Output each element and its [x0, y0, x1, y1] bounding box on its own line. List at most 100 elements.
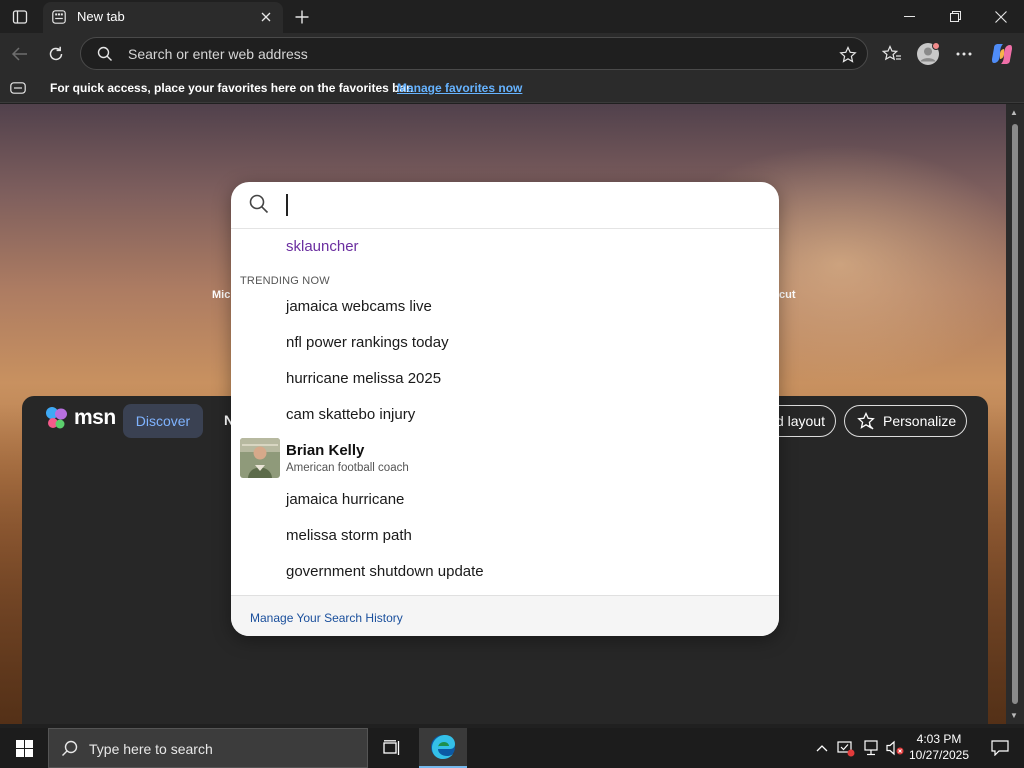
windows-logo-icon [15, 739, 33, 757]
scrollbar-thumb[interactable] [1012, 124, 1018, 704]
trending-suggestion[interactable]: jamaica hurricane [231, 482, 779, 518]
manage-favorites-link[interactable]: Manage favorites now [397, 81, 522, 95]
taskbar-search-box[interactable]: Type here to search [48, 728, 368, 768]
more-dots-icon [956, 52, 972, 56]
trending-suggestion[interactable]: melissa storm path [231, 518, 779, 554]
close-window-button[interactable] [978, 0, 1024, 33]
show-hidden-icons-button[interactable] [812, 738, 832, 758]
defender-icon [837, 741, 855, 757]
suggestion-text: government shutdown update [286, 563, 484, 580]
favorites-button[interactable] [876, 38, 908, 70]
star-add-icon [839, 46, 857, 63]
personalize-button[interactable]: Personalize [844, 405, 967, 437]
back-button[interactable] [4, 38, 36, 70]
tab-title: New tab [77, 9, 125, 24]
msn-butterfly-icon [46, 407, 67, 429]
quick-link-label: Mic [212, 289, 231, 301]
suggestion-text: nfl power rankings today [286, 334, 449, 351]
personalize-star-icon [857, 412, 875, 430]
suggestion-text: sklauncher [286, 238, 359, 255]
edge-icon [431, 735, 455, 759]
suggestion-history-item[interactable]: sklauncher [231, 229, 779, 265]
restore-button[interactable] [932, 0, 978, 33]
network-tray-button[interactable] [861, 738, 881, 758]
notification-icon [991, 740, 1009, 756]
add-favorite-button[interactable] [837, 44, 859, 66]
notifications-button[interactable] [980, 728, 1020, 768]
close-icon [261, 12, 271, 22]
text-caret [286, 194, 288, 216]
profile-button[interactable] [912, 38, 944, 70]
trending-suggestion[interactable]: hurricane melissa 2025 [231, 361, 779, 397]
search-icon [249, 194, 269, 214]
manage-search-history-link[interactable]: Manage Your Search History [250, 611, 403, 625]
plus-icon [295, 10, 309, 24]
volume-tray-button[interactable] [885, 738, 905, 758]
suggestion-text: melissa storm path [286, 527, 412, 544]
taskbar-search-placeholder: Type here to search [89, 741, 213, 757]
search-icon [97, 46, 112, 61]
favorites-bar-icon [10, 82, 26, 94]
tab-actions-icon [12, 10, 28, 24]
search-icon [62, 740, 78, 756]
favorites-bar-message: For quick access, place your favorites h… [50, 81, 414, 95]
new-tab-button[interactable] [288, 3, 316, 31]
suggestion-text: jamaica webcams live [286, 298, 432, 315]
clock-time: 4:03 PM [916, 732, 962, 746]
start-button[interactable] [0, 728, 48, 768]
volume-muted-icon [886, 740, 904, 756]
msn-logo[interactable]: msn [44, 406, 116, 430]
task-view-button[interactable] [372, 728, 412, 768]
trending-suggestion[interactable]: nfl power rankings today [231, 325, 779, 361]
entity-suggestion[interactable]: Brian Kelly American football coach [231, 435, 779, 483]
arrow-left-icon [11, 47, 27, 61]
minimize-icon [903, 16, 915, 17]
scroll-down-arrow-icon[interactable]: ▼ [1010, 711, 1018, 720]
trending-suggestion[interactable]: government shutdown update [231, 554, 779, 590]
entity-thumbnail [240, 438, 280, 478]
new-tab-favicon-icon [52, 10, 66, 24]
favorites-star-list-icon [882, 45, 901, 61]
quick-link-label: cut [779, 289, 796, 301]
scroll-up-arrow-icon[interactable]: ▲ [1010, 108, 1018, 117]
trending-suggestion[interactable]: cam skattebo injury [231, 397, 779, 433]
windows-taskbar: Type here to search 4:03 PM 10/27/2025 [0, 728, 1024, 768]
chevron-up-icon [816, 745, 828, 752]
tab-new-tab[interactable]: New tab [43, 2, 283, 33]
trending-suggestion[interactable]: jamaica webcams live [231, 289, 779, 325]
clock-date: 10/27/2025 [908, 748, 970, 762]
suggestion-text: jamaica hurricane [286, 491, 405, 508]
favorites-bar: For quick access, place your favorites h… [0, 74, 1024, 103]
security-tray-button[interactable] [836, 738, 856, 758]
msn-logo-text: msn [74, 406, 116, 429]
refresh-button[interactable] [40, 38, 72, 70]
taskbar-clock[interactable]: 4:03 PM 10/27/2025 [904, 731, 974, 763]
edge-taskbar-button[interactable] [419, 728, 467, 768]
search-suggestions-dropdown: sklauncher TRENDING NOW jamaica webcams … [231, 182, 779, 636]
browser-toolbar [0, 33, 1024, 74]
close-icon [995, 10, 1007, 23]
entity-description: American football coach [286, 462, 409, 474]
title-bar: New tab [0, 0, 1024, 33]
page-scrollbar[interactable]: ▲ ▼ [1006, 104, 1024, 724]
minimize-button[interactable] [886, 0, 932, 33]
personalize-label: Personalize [883, 413, 957, 429]
close-tab-button[interactable] [255, 6, 277, 28]
address-input[interactable] [128, 38, 808, 69]
search-box[interactable] [231, 182, 779, 229]
settings-more-button[interactable] [948, 38, 980, 70]
avatar [917, 42, 940, 65]
tab-actions-button[interactable] [6, 4, 34, 30]
suggestion-text: cam skattebo injury [286, 406, 416, 423]
tab-discover[interactable]: Discover [123, 404, 203, 438]
address-bar[interactable] [80, 37, 868, 70]
search-dropdown-footer: Manage Your Search History [231, 595, 779, 636]
copilot-button[interactable] [986, 38, 1018, 70]
task-view-icon [383, 740, 400, 755]
page-layout-label: d layout [775, 413, 825, 429]
restore-icon [949, 11, 961, 22]
search-input[interactable] [283, 190, 753, 222]
entity-name: Brian Kelly [286, 442, 365, 459]
copilot-icon [992, 44, 1012, 64]
suggestion-text: hurricane melissa 2025 [286, 370, 442, 387]
